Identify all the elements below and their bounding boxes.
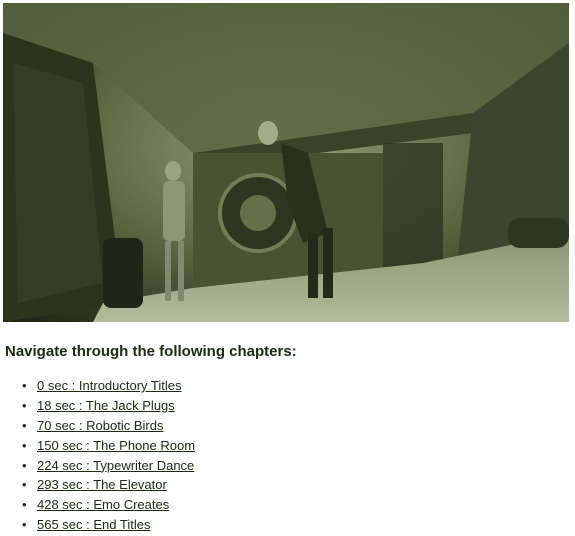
- chapter-link[interactable]: 150 sec : The Phone Room: [37, 438, 195, 453]
- bullet-icon: •: [22, 497, 27, 513]
- bullet-icon: •: [22, 378, 27, 393]
- list-item: • 70 sec : Robotic Birds: [22, 416, 195, 436]
- list-item: • 18 sec : The Jack Plugs: [22, 396, 195, 416]
- chapter-link[interactable]: 565 sec : End Titles: [37, 517, 150, 532]
- chapter-link[interactable]: 70 sec : Robotic Birds: [37, 418, 163, 433]
- chapters-heading: Navigate through the following chapters:: [5, 343, 297, 360]
- video-frame: [3, 3, 569, 322]
- chapter-link[interactable]: 224 sec : Typewriter Dance: [37, 458, 194, 473]
- bullet-icon: •: [22, 457, 27, 473]
- list-item: • 428 sec : Emo Creates: [22, 495, 195, 515]
- bullet-icon: •: [22, 477, 27, 493]
- bullet-icon: •: [22, 517, 27, 533]
- chapter-link[interactable]: 18 sec : The Jack Plugs: [37, 398, 175, 413]
- chapter-list: • 0 sec : Introductory Titles • 18 sec : T…: [22, 376, 195, 535]
- bullet-icon: •: [22, 397, 27, 413]
- list-item: • 565 sec : End Titles: [22, 515, 195, 535]
- bullet-icon: •: [22, 417, 27, 433]
- list-item: • 150 sec : The Phone Room: [22, 436, 195, 456]
- chapter-link[interactable]: 428 sec : Emo Creates: [37, 497, 169, 512]
- chapter-link[interactable]: 293 sec : The Elevator: [37, 477, 167, 492]
- list-item: • 293 sec : The Elevator: [22, 475, 195, 495]
- list-item: • 224 sec : Typewriter Dance: [22, 456, 195, 476]
- list-item: • 0 sec : Introductory Titles: [22, 376, 195, 396]
- chapter-link[interactable]: 0 sec : Introductory Titles: [37, 378, 182, 393]
- bullet-icon: •: [22, 437, 27, 453]
- video-player[interactable]: [3, 3, 569, 322]
